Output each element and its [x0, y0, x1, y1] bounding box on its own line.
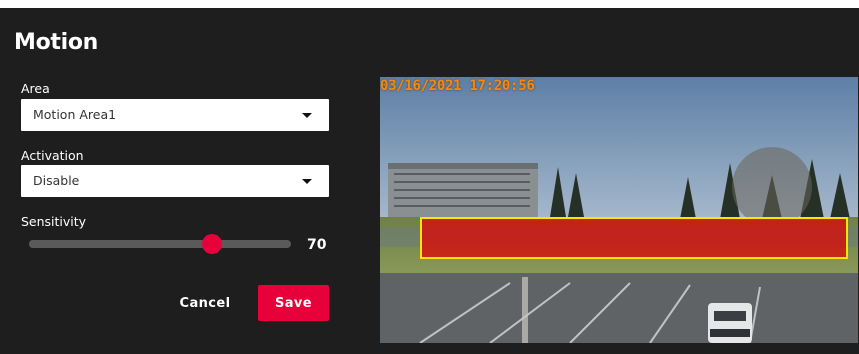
- area-label: Area: [21, 81, 50, 96]
- save-button[interactable]: Save: [258, 285, 329, 321]
- camera-scene: [380, 77, 858, 343]
- building: [388, 163, 538, 221]
- sensitivity-slider-thumb[interactable]: [202, 234, 223, 254]
- motion-detection-area[interactable]: [420, 217, 848, 259]
- activation-label: Activation: [21, 148, 84, 163]
- sensitivity-slider-fill: [29, 240, 213, 248]
- camera-preview[interactable]: 03/16/2021 17:20:56: [380, 77, 858, 343]
- sensitivity-label: Sensitivity: [21, 214, 87, 229]
- activation-select[interactable]: Disable: [21, 165, 329, 197]
- area-select-value: Motion Area1: [33, 107, 117, 122]
- page-title: Motion: [14, 30, 99, 55]
- sensitivity-slider[interactable]: [29, 234, 291, 254]
- activation-select-value: Disable: [33, 173, 80, 188]
- sensitivity-value: 70: [307, 237, 327, 253]
- motion-settings-panel: Motion Area Motion Area1 Activation Disa…: [0, 8, 859, 354]
- chevron-down-icon: [302, 113, 312, 118]
- chevron-down-icon: [302, 179, 312, 184]
- video-timestamp: 03/16/2021 17:20:56: [380, 78, 535, 94]
- cancel-button[interactable]: Cancel: [170, 286, 240, 320]
- area-select[interactable]: Motion Area1: [21, 99, 329, 131]
